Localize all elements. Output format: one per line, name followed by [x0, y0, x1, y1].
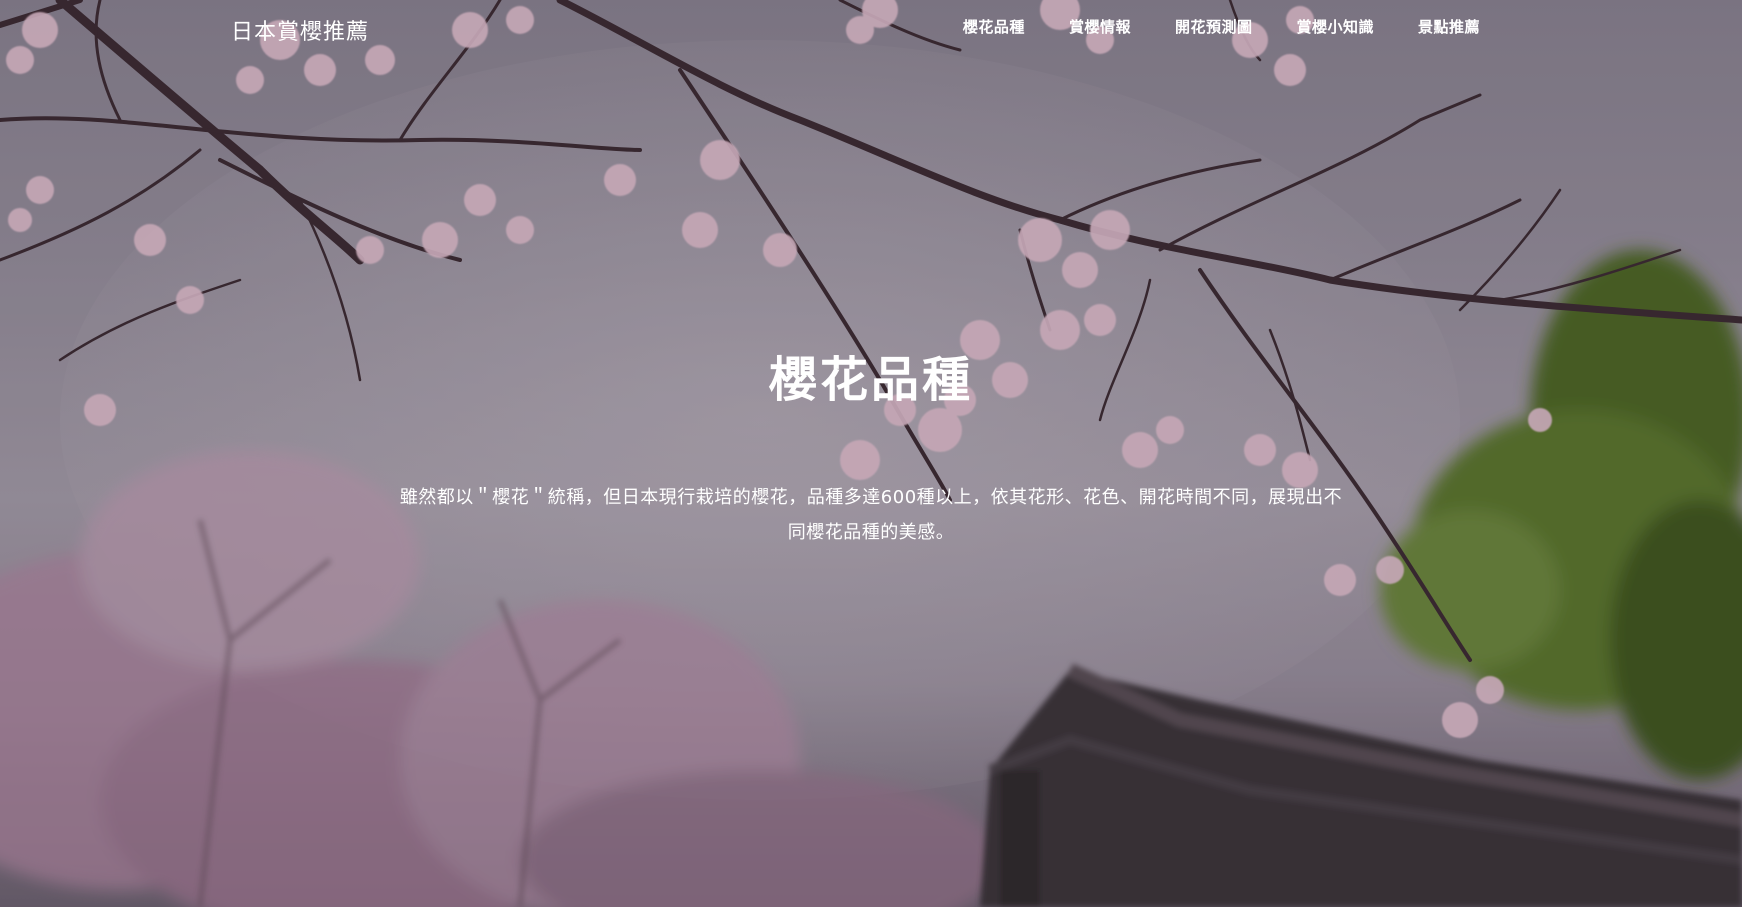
hero-description: 雖然都以＂櫻花＂統稱，但日本現行栽培的櫻花，品種多達600種以上，依其花形、花色…: [399, 487, 1343, 543]
nav-menu: 櫻花品種 賞櫻情報 開花預測圖 賞櫻小知識 景點推薦: [963, 16, 1480, 37]
page-title: 櫻花品種: [768, 352, 973, 408]
nav-item-cherry-varieties[interactable]: 櫻花品種: [963, 16, 1025, 37]
brand-logo-link[interactable]: 日本賞櫻推薦: [231, 14, 369, 46]
hero-section: 日本賞櫻推薦 櫻花品種 賞櫻情報 開花預測圖 賞櫻小知識 景點推薦 櫻花品種 雖…: [0, 0, 1742, 907]
top-navbar: 日本賞櫻推薦 櫻花品種 賞櫻情報 開花預測圖 賞櫻小知識 景點推薦: [0, 0, 1742, 60]
hero-content: 櫻花品種 雖然都以＂櫻花＂統稱，但日本現行栽培的櫻花，品種多達600種以上，依其…: [0, 340, 1742, 550]
nav-item-spot-recommendations[interactable]: 景點推薦: [1418, 16, 1480, 37]
nav-item-viewing-tips[interactable]: 賞櫻小知識: [1296, 16, 1374, 37]
nav-item-viewing-info[interactable]: 賞櫻情報: [1069, 16, 1131, 37]
nav-item-bloom-forecast-map[interactable]: 開花預測圖: [1175, 16, 1253, 37]
